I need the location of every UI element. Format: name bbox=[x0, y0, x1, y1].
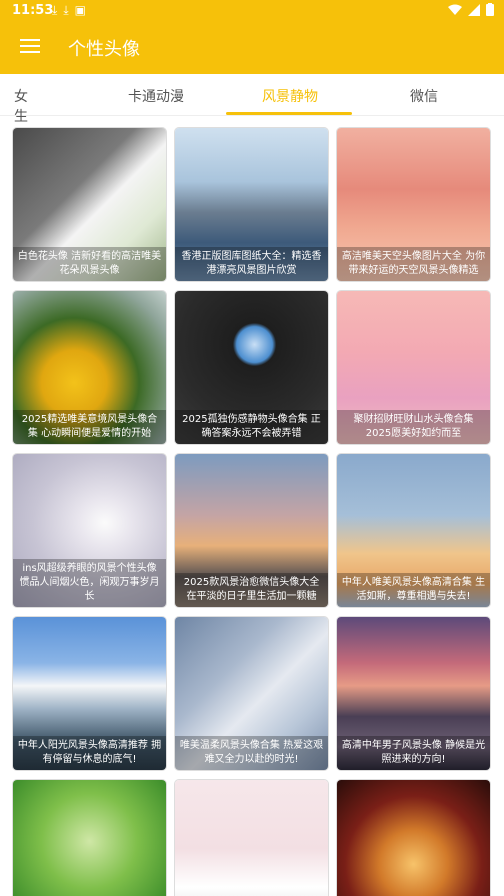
tab-wechat[interactable]: 微信 bbox=[410, 86, 438, 106]
card-caption: ins风超级养眼的风景个性头像 惯品人间烟火色，闲观万事岁月长 bbox=[13, 559, 166, 607]
card-caption: 唯美温柔风景头像合集 热爱这艰难又全力以赴的时光! bbox=[175, 736, 328, 770]
avatar-card[interactable]: 香港正版图库图纸大全：精选香港漂亮风景图片欣赏 bbox=[174, 127, 329, 282]
avatar-card[interactable]: 聚财招财旺财山水头像合集 2025愿美好如约而至 bbox=[336, 290, 491, 445]
card-caption: 2025款风景治愈微信头像大全 在平淡的日子里生活加一颗糖 bbox=[175, 573, 328, 607]
card-caption: 高洁唯美天空头像图片大全 为你带来好运的天空风景头像精选 bbox=[337, 247, 490, 281]
app-bar: 个性头像 bbox=[0, 22, 504, 74]
status-bar: 11:53 ⤓ ⤓ ▣ bbox=[0, 0, 504, 22]
avatar-card[interactable]: 中年人唯美风景头像高清合集 生活如斯，尊重相遇与失去! bbox=[336, 453, 491, 608]
card-caption: 高清中年男子风景头像 静候是光照进来的方向! bbox=[337, 736, 490, 770]
card-caption: 聚财招财旺财山水头像合集 2025愿美好如约而至 bbox=[337, 410, 490, 444]
card-image bbox=[13, 780, 166, 896]
signal-icon bbox=[468, 3, 480, 16]
battery-icon bbox=[486, 3, 494, 16]
card-caption: 中年人阳光风景头像高清推荐 拥有停留与休息的底气! bbox=[13, 736, 166, 770]
avatar-card[interactable]: 唯美温柔风景头像合集 热爱这艰难又全力以赴的时光! bbox=[174, 616, 329, 771]
status-time: 11:53 bbox=[12, 3, 54, 18]
menu-icon[interactable] bbox=[20, 39, 40, 55]
card-caption: 香港正版图库图纸大全：精选香港漂亮风景图片欣赏 bbox=[175, 247, 328, 281]
avatar-card[interactable] bbox=[12, 779, 167, 896]
avatar-card[interactable]: 中年人阳光风景头像高清推荐 拥有停留与休息的底气! bbox=[12, 616, 167, 771]
avatar-card[interactable]: 2025精选唯美意境风景头像合集 心动瞬间便是爱情的开始 bbox=[12, 290, 167, 445]
download-icon: ⤓ bbox=[63, 3, 69, 17]
card-caption: 白色花头像 洁新好看的高洁唯美花朵风景头像 bbox=[13, 247, 166, 281]
avatar-card[interactable]: 2025款风景治愈微信头像大全 在平淡的日子里生活加一颗糖 bbox=[174, 453, 329, 608]
avatar-card[interactable]: 2025孤独伤感静物头像合集 正确答案永远不会被弄错 bbox=[174, 290, 329, 445]
download-icon: ⤓ bbox=[52, 3, 58, 17]
avatar-card[interactable] bbox=[174, 779, 329, 896]
wifi-icon bbox=[448, 4, 462, 15]
notification-icons: ⤓ ⤓ ▣ bbox=[52, 3, 86, 18]
card-image bbox=[337, 780, 490, 896]
tab-scenery[interactable]: 风景静物 bbox=[262, 86, 318, 106]
tab-indicator bbox=[226, 112, 352, 115]
page-title: 个性头像 bbox=[68, 39, 140, 60]
tab-cartoon[interactable]: 卡通动漫 bbox=[128, 86, 184, 106]
avatar-card[interactable]: 白色花头像 洁新好看的高洁唯美花朵风景头像 bbox=[12, 127, 167, 282]
avatar-card[interactable]: 高洁唯美天空头像图片大全 为你带来好运的天空风景头像精选 bbox=[336, 127, 491, 282]
card-caption: 2025孤独伤感静物头像合集 正确答案永远不会被弄错 bbox=[175, 410, 328, 444]
avatar-card[interactable] bbox=[336, 779, 491, 896]
avatar-card[interactable]: ins风超级养眼的风景个性头像 惯品人间烟火色，闲观万事岁月长 bbox=[12, 453, 167, 608]
system-icons bbox=[448, 3, 494, 16]
card-image bbox=[175, 780, 328, 896]
card-caption: 中年人唯美风景头像高清合集 生活如斯，尊重相遇与失去! bbox=[337, 573, 490, 607]
avatar-card[interactable]: 高清中年男子风景头像 静候是光照进来的方向! bbox=[336, 616, 491, 771]
tab-girls[interactable]: 女生 bbox=[8, 86, 34, 126]
category-tabs: 女生 卡通动漫 风景静物 微信 bbox=[0, 74, 504, 125]
card-caption: 2025精选唯美意境风景头像合集 心动瞬间便是爱情的开始 bbox=[13, 410, 166, 444]
a-icon: ▣ bbox=[74, 3, 86, 17]
